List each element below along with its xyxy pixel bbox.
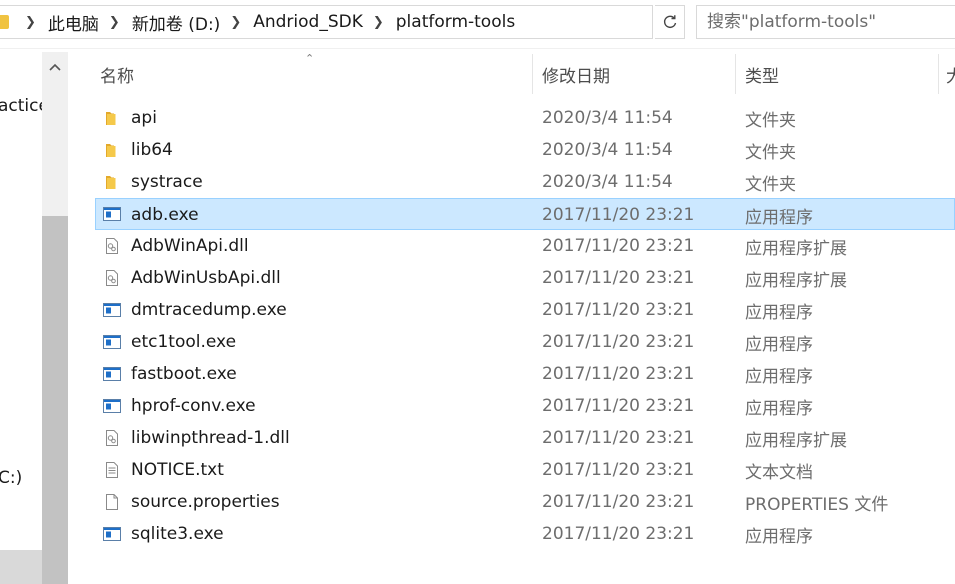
dll-icon bbox=[103, 269, 121, 287]
file-type: 应用程序 bbox=[745, 302, 813, 323]
file-row[interactable]: etc1tool.exe 2017/11/20 23:21 应用程序 bbox=[95, 326, 955, 358]
file-type: 应用程序 bbox=[745, 334, 813, 355]
file-modified-date: 2017/11/20 23:21 bbox=[542, 524, 695, 544]
file-type: 文本文档 bbox=[745, 462, 813, 483]
file-modified-date: 2017/11/20 23:21 bbox=[542, 236, 695, 256]
file-row[interactable]: NOTICE.txt 2017/11/20 23:21 文本文档 bbox=[95, 454, 955, 486]
folder-icon bbox=[103, 109, 121, 127]
file-modified-date: 2017/11/20 23:21 bbox=[542, 268, 695, 288]
file-type: 文件夹 bbox=[745, 110, 796, 131]
file-modified-date: 2017/11/20 23:21 bbox=[542, 428, 695, 448]
file-name: api bbox=[131, 108, 157, 128]
file-name: dmtracedump.exe bbox=[131, 300, 287, 320]
file-row[interactable]: sqlite3.exe 2017/11/20 23:21 应用程序 bbox=[95, 518, 955, 550]
dll-icon bbox=[103, 429, 121, 447]
file-name: etc1tool.exe bbox=[131, 332, 237, 352]
file-name: AdbWinApi.dll bbox=[131, 236, 249, 256]
file-name: hprof-conv.exe bbox=[131, 396, 256, 416]
exe-icon bbox=[103, 301, 121, 319]
file-row[interactable]: lib64 2020/3/4 11:54 文件夹 bbox=[95, 134, 955, 166]
file-modified-date: 2017/11/20 23:21 bbox=[542, 300, 695, 320]
file-row[interactable]: hprof-conv.exe 2017/11/20 23:21 应用程序 bbox=[95, 390, 955, 422]
file-row[interactable]: libwinpthread-1.dll 2017/11/20 23:21 应用程序扩… bbox=[95, 422, 955, 454]
file-name: source.properties bbox=[131, 492, 280, 512]
file-type: 应用程序 bbox=[745, 526, 813, 547]
exe-icon bbox=[103, 525, 121, 543]
file-type: 应用程序扩展 bbox=[745, 270, 847, 291]
file-type: 应用程序扩展 bbox=[745, 430, 847, 451]
exe-icon bbox=[103, 205, 121, 223]
exe-icon bbox=[103, 397, 121, 415]
file-modified-date: 2017/11/20 23:21 bbox=[542, 396, 695, 416]
file-modified-date: 2017/11/20 23:21 bbox=[542, 332, 695, 352]
file-row[interactable]: fastboot.exe 2017/11/20 23:21 应用程序 bbox=[95, 358, 955, 390]
file-type: 应用程序 bbox=[745, 366, 813, 387]
file-name: fastboot.exe bbox=[131, 364, 237, 384]
folder-icon bbox=[103, 173, 121, 191]
file-row[interactable]: systrace 2020/3/4 11:54 文件夹 bbox=[95, 166, 955, 198]
blank-file-icon bbox=[103, 493, 121, 511]
file-row[interactable]: api 2020/3/4 11:54 文件夹 bbox=[95, 102, 955, 134]
file-name: NOTICE.txt bbox=[131, 460, 224, 480]
file-modified-date: 2020/3/4 11:54 bbox=[542, 140, 673, 160]
file-type: 文件夹 bbox=[745, 174, 796, 195]
file-type: 应用程序扩展 bbox=[745, 238, 847, 259]
file-type: 应用程序 bbox=[745, 398, 813, 419]
file-type: 应用程序 bbox=[745, 207, 813, 228]
exe-icon bbox=[103, 365, 121, 383]
file-list: api 2020/3/4 11:54 文件夹 lib64 2020/3/4 11:54 文… bbox=[0, 0, 955, 584]
file-row[interactable]: AdbWinUsbApi.dll 2017/11/20 23:21 应用程序扩展 bbox=[95, 262, 955, 294]
file-row[interactable]: source.properties 2017/11/20 23:21 PROPERT… bbox=[95, 486, 955, 518]
dll-icon bbox=[103, 237, 121, 255]
file-name: AdbWinUsbApi.dll bbox=[131, 268, 281, 288]
file-name: libwinpthread-1.dll bbox=[131, 428, 290, 448]
file-modified-date: 2017/11/20 23:21 bbox=[542, 205, 695, 225]
file-modified-date: 2020/3/4 11:54 bbox=[542, 108, 673, 128]
file-modified-date: 2017/11/20 23:21 bbox=[542, 492, 695, 512]
exe-icon bbox=[103, 333, 121, 351]
folder-icon bbox=[103, 141, 121, 159]
file-type: 文件夹 bbox=[745, 142, 796, 163]
file-name: sqlite3.exe bbox=[131, 524, 224, 544]
txt-icon bbox=[103, 461, 121, 479]
file-row[interactable]: dmtracedump.exe 2017/11/20 23:21 应用程序 bbox=[95, 294, 955, 326]
file-modified-date: 2017/11/20 23:21 bbox=[542, 460, 695, 480]
file-explorer-window: ❯ 此电脑 ❯ 新加卷 (D:) ❯ Andriod_SDK ❯ platfor… bbox=[0, 0, 955, 584]
file-type: PROPERTIES 文件 bbox=[745, 494, 889, 515]
file-modified-date: 2017/11/20 23:21 bbox=[542, 364, 695, 384]
file-name: systrace bbox=[131, 172, 203, 192]
file-modified-date: 2020/3/4 11:54 bbox=[542, 172, 673, 192]
file-row[interactable]: AdbWinApi.dll 2017/11/20 23:21 应用程序扩展 bbox=[95, 230, 955, 262]
file-row[interactable]: adb.exe 2017/11/20 23:21 应用程序 bbox=[95, 198, 955, 230]
file-name: lib64 bbox=[131, 140, 173, 160]
file-name: adb.exe bbox=[131, 205, 199, 225]
